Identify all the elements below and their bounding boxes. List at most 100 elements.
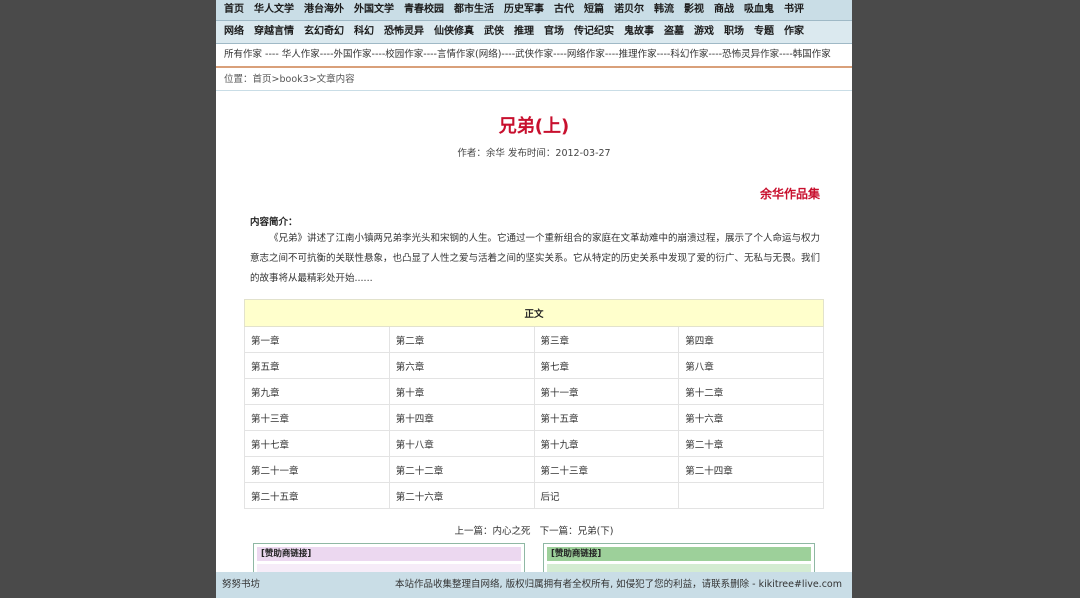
chapter-link[interactable]: 第十八章	[396, 440, 434, 451]
author-category-link[interactable]: 华人作家	[282, 49, 320, 60]
chapter-link[interactable]: 第十一章	[541, 388, 579, 399]
chapter-link[interactable]: 第十三章	[251, 414, 289, 425]
chapter-link[interactable]: 第二十一章	[251, 466, 299, 477]
author-separator: ----	[423, 49, 437, 60]
author-separator: ----	[553, 49, 567, 60]
chapter-cell: 第三章	[533, 326, 680, 353]
chapter-link[interactable]: 第十七章	[251, 440, 289, 451]
chapter-cell: 第一章	[244, 326, 390, 353]
chapter-link[interactable]: 第十二章	[685, 388, 723, 399]
nav-link[interactable]: 游戏	[694, 26, 714, 37]
nav-link[interactable]: 鬼故事	[624, 26, 654, 37]
author-collection-link[interactable]: 余华作品集	[216, 185, 852, 202]
author-category-link[interactable]: 外国作家	[334, 49, 372, 60]
nav-link[interactable]: 官场	[544, 26, 564, 37]
nav-link[interactable]: 首页	[224, 4, 244, 15]
nav-link[interactable]: 科幻	[354, 26, 374, 37]
nav-link[interactable]: 港台海外	[304, 4, 344, 15]
breadcrumb-book-link[interactable]: book3	[280, 74, 309, 85]
chapter-cell	[678, 482, 824, 509]
prev-article-link[interactable]: 内心之死	[493, 526, 531, 537]
chapter-cell: 第二十二章	[388, 456, 535, 483]
nav-link[interactable]: 恐怖灵异	[384, 26, 424, 37]
nav-link[interactable]: 韩流	[654, 4, 674, 15]
chapter-table-header: 正文	[244, 299, 824, 327]
author-category-link[interactable]: 科幻作家	[670, 49, 708, 60]
nav-link[interactable]: 诺贝尔	[614, 4, 644, 15]
chapter-link[interactable]: 第七章	[541, 362, 570, 373]
nav-link[interactable]: 玄幻奇幻	[304, 26, 344, 37]
chapter-row: 第十七章 第十八章 第十九章 第二十章	[244, 430, 824, 457]
author-category-link[interactable]: 韩国作家	[793, 49, 831, 60]
chapter-link[interactable]: 第十章	[396, 388, 425, 399]
chapter-link[interactable]: 第十九章	[541, 440, 579, 451]
breadcrumb-separator: >	[271, 74, 280, 85]
chapter-link[interactable]: 第一章	[251, 336, 280, 347]
nav-link[interactable]: 专题	[754, 26, 774, 37]
author-category-link[interactable]: 恐怖灵异作家	[722, 49, 779, 60]
nav-link[interactable]: 推理	[514, 26, 534, 37]
chapter-link[interactable]: 第二十三章	[541, 466, 589, 477]
nav-link[interactable]: 短篇	[584, 4, 604, 15]
chapter-cell: 第二十六章	[388, 482, 535, 509]
chapter-link[interactable]: 第二章	[396, 336, 425, 347]
chapter-cell: 第九章	[244, 378, 390, 405]
nav-link[interactable]: 商战	[714, 4, 734, 15]
author-category-link[interactable]: 网络作家	[567, 49, 605, 60]
chapter-cell: 第二十三章	[533, 456, 680, 483]
chapter-link[interactable]: 第八章	[685, 362, 714, 373]
chapter-cell: 第七章	[533, 352, 680, 379]
nav-link[interactable]: 影视	[684, 4, 704, 15]
nav-link[interactable]: 外国文学	[354, 4, 394, 15]
chapter-link[interactable]: 第九章	[251, 388, 280, 399]
chapter-link[interactable]: 第二十二章	[396, 466, 444, 477]
nav-link[interactable]: 吸血鬼	[744, 4, 774, 15]
author-category-link[interactable]: 校园作家	[385, 49, 423, 60]
chapter-link[interactable]: 第六章	[396, 362, 425, 373]
author-separator: ----	[708, 49, 723, 60]
nav-link[interactable]: 武侠	[484, 26, 504, 37]
nav-link[interactable]: 书评	[784, 4, 804, 15]
chapter-link[interactable]: 第十五章	[541, 414, 579, 425]
chapter-cell: 后记	[533, 482, 680, 509]
chapter-row: 第十三章 第十四章 第十五章 第十六章	[244, 404, 824, 431]
chapter-link[interactable]: 第十六章	[685, 414, 723, 425]
chapter-link[interactable]: 第二十六章	[396, 492, 444, 503]
author-category-link[interactable]: 推理作家	[619, 49, 657, 60]
nav-link[interactable]: 青春校园	[404, 4, 444, 15]
nav-link[interactable]: 华人文学	[254, 4, 294, 15]
author-category-link[interactable]: 所有作家	[224, 49, 262, 60]
site-name[interactable]: 努努书坊	[222, 572, 260, 598]
intro-section: 内容简介： 《兄弟》讲述了江南小镇两兄弟李光头和宋钢的人生。它通过一个重新组合的…	[216, 214, 852, 289]
next-label: 下一篇：	[539, 526, 578, 537]
nav-link[interactable]: 历史军事	[504, 4, 544, 15]
footer: 努努书坊 本站作品收集整理自网络, 版权归属拥有者全权所有, 如侵犯了您的利益，…	[216, 572, 852, 598]
nav-link[interactable]: 盗墓	[664, 26, 684, 37]
next-article-link[interactable]: 兄弟(下)	[578, 526, 614, 537]
chapter-row: 第九章 第十章 第十一章 第十二章	[244, 378, 824, 405]
chapter-link[interactable]: 第三章	[541, 336, 570, 347]
breadcrumb-home-link[interactable]: 首页	[253, 74, 272, 85]
chapter-link[interactable]: 后记	[541, 492, 560, 503]
chapter-link[interactable]: 第四章	[685, 336, 714, 347]
author-separator: ----	[501, 49, 516, 60]
chapter-cell: 第十一章	[533, 378, 680, 405]
nav-link[interactable]: 传记纪实	[574, 26, 614, 37]
chapter-link[interactable]: 第五章	[251, 362, 280, 373]
author-category-link[interactable]: 言情作家(网络)	[437, 49, 501, 60]
nav-link[interactable]: 都市生活	[454, 4, 494, 15]
chapter-link[interactable]: 第二十五章	[251, 492, 299, 503]
nav-link[interactable]: 穿越言情	[254, 26, 294, 37]
author-category-link[interactable]: 武侠作家	[515, 49, 553, 60]
chapter-cell: 第十八章	[388, 430, 535, 457]
copyright-notice: 本站作品收集整理自网络, 版权归属拥有者全权所有, 如侵犯了您的利益，请联系删除…	[395, 579, 842, 590]
nav-link[interactable]: 网络	[224, 26, 244, 37]
chapter-link[interactable]: 第十四章	[396, 414, 434, 425]
nav-link[interactable]: 仙侠修真	[434, 26, 474, 37]
chapter-link[interactable]: 第二十四章	[685, 466, 733, 477]
chapter-table: 正文 第一章 第二章 第三章 第四章第五章 第六章 第七章 第八章第九章 第十章 第十一章 第十二…	[244, 299, 824, 509]
nav-link[interactable]: 职场	[724, 26, 744, 37]
nav-link[interactable]: 古代	[554, 4, 574, 15]
nav-link[interactable]: 作家	[784, 26, 804, 37]
chapter-link[interactable]: 第二十章	[685, 440, 723, 451]
